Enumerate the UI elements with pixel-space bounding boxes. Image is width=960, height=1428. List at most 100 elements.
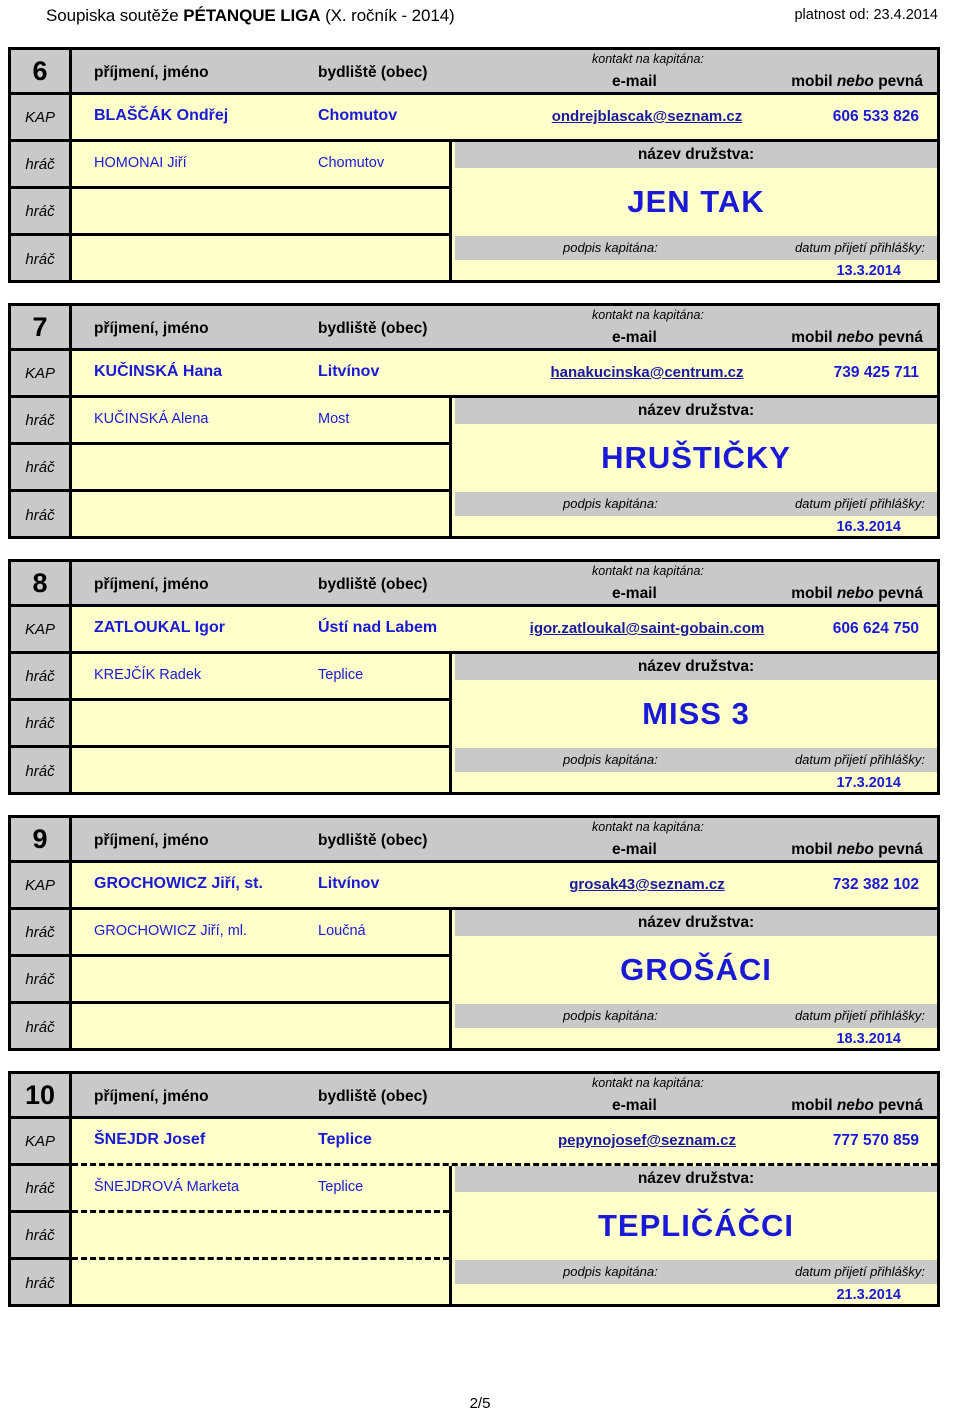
column-header-contact: kontakt na kapitána:: [592, 564, 704, 578]
phone-label-mobil: mobil: [791, 329, 833, 346]
captain-email-link[interactable]: pepynojosef@seznam.cz: [482, 1132, 812, 1149]
player-rows: KUČINSKÁ Alena Most: [72, 398, 452, 536]
row-label-player: hráč: [25, 763, 55, 780]
player-row: KUČINSKÁ Alena Most: [72, 398, 449, 445]
block-number: 8: [11, 562, 69, 607]
column-header-phone: mobil nebo pevná: [791, 329, 923, 347]
row-label-player: hráč: [25, 251, 55, 268]
column-header-name: příjmení, jméno: [94, 64, 209, 81]
player-name: KREJČÍK Radek: [94, 667, 202, 683]
captain-town: Chomutov: [318, 107, 398, 124]
team-name: TEPLIČÁČCI: [598, 1208, 794, 1243]
player-rows: ŠNEJDROVÁ Marketa Teplice: [72, 1166, 452, 1304]
row-label-captain: KAP: [11, 1119, 69, 1166]
captain-phone: 732 382 102: [832, 876, 919, 893]
row-label-player: hráč: [11, 910, 69, 957]
row-label-player: hráč: [11, 654, 69, 701]
team-info-panel: název družstva: GROŠÁCI podpis kapitána: da…: [455, 910, 937, 1048]
row-label-player: hráč: [11, 1213, 69, 1260]
phone-label-nebo: nebo: [836, 585, 874, 602]
block-number: 9: [11, 818, 69, 863]
row-label-player: hráč: [11, 701, 69, 748]
date-received: 21.3.2014: [836, 1287, 901, 1303]
player-row: [72, 701, 449, 748]
team-name: GROŠÁCI: [620, 952, 772, 987]
captain-name: GROCHOWICZ Jiří, st.: [94, 875, 263, 892]
date-received: 13.3.2014: [836, 263, 901, 279]
team-info-panel: název družstva: MISS 3 podpis kapitána: dat…: [455, 654, 937, 792]
block-number: 10: [11, 1074, 69, 1119]
column-header-email: e-mail: [612, 585, 657, 602]
phone-label-nebo: nebo: [836, 73, 874, 90]
player-town: Teplice: [318, 667, 364, 683]
phone-label-mobil: mobil: [791, 73, 833, 90]
player-row: [72, 957, 449, 1004]
column-header-contact: kontakt na kapitána:: [592, 1076, 704, 1090]
column-header-email: e-mail: [612, 1097, 657, 1114]
title-prefix: Soupiska soutěže: [46, 6, 184, 25]
date-area: 21.3.2014: [455, 1284, 937, 1310]
date-received-label: datum přijetí přihlášky:: [794, 1264, 925, 1279]
date-received-label: datum přijetí přihlášky:: [794, 752, 925, 767]
player-town: Chomutov: [318, 155, 385, 171]
captain-row: BLAŠČÁK Ondřej Chomutov ondrejblascak@sezn…: [72, 95, 937, 142]
player-row: ŠNEJDROVÁ Marketa Teplice: [72, 1166, 449, 1213]
team-name-area: TEPLIČÁČCI: [455, 1192, 937, 1260]
player-rows: HOMONAI Jiří Chomutov: [72, 142, 452, 280]
block-number: 7: [11, 306, 69, 351]
date-received-label: datum přijetí přihlášky:: [794, 496, 925, 511]
player-row: [72, 1260, 449, 1307]
team-block: 6 KAP hráč hráč hráč příjmení, jméno bydliště …: [8, 47, 940, 283]
date-area: 16.3.2014: [455, 516, 937, 542]
phone-label-nebo: nebo: [836, 1097, 874, 1114]
row-label-column: 8 KAP hráč hráč hráč: [11, 562, 72, 792]
captain-email-link[interactable]: hanakucinska@centrum.cz: [482, 364, 812, 381]
row-label-column: 6 KAP hráč hráč hráč: [11, 50, 72, 280]
row-label-player: hráč: [25, 507, 55, 524]
signature-label: podpis kapitána:: [563, 1008, 658, 1023]
block-column-headers: příjmení, jméno bydliště (obec) kontakt na…: [72, 562, 937, 607]
block-number: 6: [11, 50, 69, 95]
column-header-contact: kontakt na kapitána:: [592, 308, 704, 322]
signature-strip: podpis kapitána: datum přijetí přihlášky:: [455, 1004, 937, 1028]
captain-email-link[interactable]: igor.zatloukal@saint-gobain.com: [482, 620, 812, 637]
team-block: 10 KAP hráč hráč hráč příjmení, jméno bydliště…: [8, 1071, 940, 1307]
signature-label: podpis kapitána:: [563, 752, 658, 767]
captain-name: ŠNEJDR Josef: [94, 1131, 206, 1148]
captain-email-link[interactable]: grosak43@seznam.cz: [482, 876, 812, 893]
column-header-contact: kontakt na kapitána:: [592, 820, 704, 834]
captain-row: GROCHOWICZ Jiří, st. Litvínov grosak43@sez…: [72, 863, 937, 910]
phone-label-mobil: mobil: [791, 841, 833, 858]
row-label-player: hráč: [11, 398, 69, 445]
captain-row: ŠNEJDR Josef Teplice pepynojosef@seznam.cz…: [72, 1119, 937, 1166]
document-title: Soupiska soutěže PÉTANQUE LIGA (X. roční…: [46, 6, 455, 26]
team-name-label: název družstva:: [455, 398, 937, 424]
date-area: 13.3.2014: [455, 260, 937, 286]
column-header-name: příjmení, jméno: [94, 1088, 209, 1105]
player-row: [72, 492, 449, 539]
signature-strip: podpis kapitána: datum přijetí přihlášky:: [455, 236, 937, 260]
player-row: [72, 189, 449, 236]
column-header-email: e-mail: [612, 841, 657, 858]
block-column-headers: příjmení, jméno bydliště (obec) kontakt na…: [72, 306, 937, 351]
captain-email-link[interactable]: ondrejblascak@seznam.cz: [482, 108, 812, 125]
player-name: HOMONAI Jiří: [94, 155, 187, 171]
column-header-email: e-mail: [612, 73, 657, 90]
player-row: HOMONAI Jiří Chomutov: [72, 142, 449, 189]
team-name-label: název družstva:: [455, 654, 937, 680]
column-header-name: příjmení, jméno: [94, 320, 209, 337]
team-block: 7 KAP hráč hráč hráč příjmení, jméno bydliště …: [8, 303, 940, 539]
team-info-panel: název družstva: JEN TAK podpis kapitána: da…: [455, 142, 937, 280]
player-rows: GROCHOWICZ Jiří, ml. Loučná: [72, 910, 452, 1048]
player-town: Teplice: [318, 1179, 364, 1195]
captain-row: ZATLOUKAL Igor Ústí nad Labem igor.zatlouk…: [72, 607, 937, 654]
signature-label: podpis kapitána:: [563, 496, 658, 511]
team-name-area: HRUŠTIČKY: [455, 424, 937, 492]
captain-phone: 777 570 859: [832, 1132, 919, 1149]
captain-phone: 606 624 750: [832, 620, 919, 637]
player-rows: KREJČÍK Radek Teplice: [72, 654, 452, 792]
column-header-name: příjmení, jméno: [94, 576, 209, 593]
row-label-player: hráč: [11, 189, 69, 236]
captain-row: KUČINSKÁ Hana Litvínov hanakucinska@centru…: [72, 351, 937, 398]
captain-town: Ústí nad Labem: [318, 619, 438, 636]
